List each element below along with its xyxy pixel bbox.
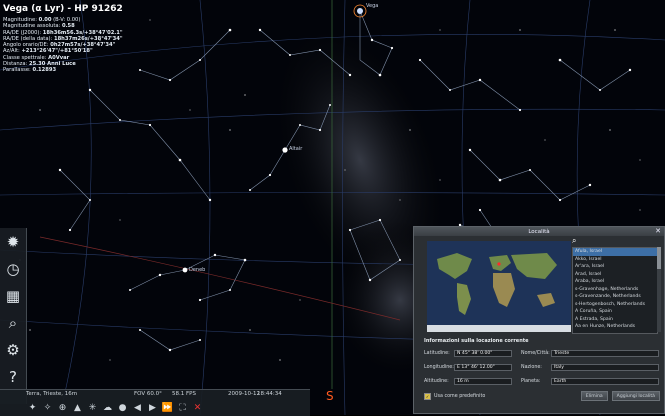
- info-value: 25.30 Anni Luce: [28, 61, 76, 68]
- info-label: Magnitudine assoluta:: [3, 23, 61, 30]
- star-label-vega: Vega: [366, 3, 378, 9]
- constellation-labels-icon[interactable]: ✧: [41, 402, 54, 414]
- info-label: Magnitudine:: [3, 17, 37, 23]
- list-item[interactable]: Ar'ara, Israel: [573, 263, 657, 271]
- info-value: +213°26'47"/+81°50'18": [21, 48, 93, 55]
- star-label-deneb: Deneb: [189, 267, 205, 273]
- info-label: Angolo orario/DE:: [3, 42, 49, 49]
- list-item[interactable]: Araba, Israel: [573, 278, 657, 286]
- clock-icon[interactable]: ◷: [0, 255, 26, 282]
- search-icon: ⌕: [572, 236, 577, 245]
- info-value: A0Vvar: [48, 54, 70, 61]
- rewind-icon[interactable]: ◀: [131, 402, 144, 414]
- settings-icon[interactable]: ⚙: [0, 336, 26, 363]
- info-value: 18h36m56.3s/+38°47'02.1": [42, 29, 123, 36]
- time-status: 18:44:34: [257, 391, 282, 397]
- landscape-icon[interactable]: ▲: [71, 402, 84, 414]
- sky-icon[interactable]: ✹: [0, 228, 26, 255]
- info-extra: (B-V: 0.00): [53, 17, 81, 23]
- dialog-header[interactable]: Località ✕: [414, 227, 664, 236]
- location-list[interactable]: Afula, Israel Akko, Israel Ar'ara, Israel A…: [572, 247, 658, 334]
- location-status: Terra, Trieste, 16m: [26, 391, 78, 397]
- info-value: 0.00: [38, 17, 52, 23]
- world-map[interactable]: [427, 241, 571, 332]
- info-label: Classe spettrale:: [3, 54, 47, 61]
- play-icon[interactable]: ▶: [146, 402, 159, 414]
- list-item[interactable]: s-Gravenzande, Netherlands: [573, 293, 657, 301]
- info-label: Az/Alt:: [3, 48, 20, 55]
- planets-icon[interactable]: ●: [116, 402, 129, 414]
- list-item[interactable]: A Estrada, Spain: [573, 316, 657, 324]
- name-label: Nome/Città:: [521, 350, 550, 356]
- name-field[interactable]: Trieste: [551, 349, 659, 357]
- quit-icon[interactable]: ✕: [191, 402, 204, 414]
- current-location-marker: [497, 262, 501, 266]
- forward-icon[interactable]: ⏩: [161, 402, 174, 414]
- add-location-button[interactable]: Aggiungi località: [611, 391, 660, 401]
- country-select[interactable]: Italy: [551, 363, 659, 371]
- search-icon[interactable]: ⌕: [0, 309, 26, 336]
- location-list-scrollbar[interactable]: [657, 247, 661, 332]
- list-item[interactable]: s-Hertogenbosch, Netherlands: [573, 301, 657, 309]
- altitude-label: Altitudine:: [424, 378, 449, 384]
- grid-icon[interactable]: ⊕: [56, 402, 69, 414]
- info-label: Distanza:: [3, 61, 28, 68]
- info-value: 0h27m57s/+38°47'34": [50, 42, 116, 49]
- altitude-field[interactable]: 16 m: [454, 377, 512, 385]
- latitude-label: Latitudine:: [424, 350, 450, 356]
- default-checkbox[interactable]: ✓: [424, 393, 431, 400]
- planet-label: Pianeta:: [521, 378, 541, 384]
- location-dialog: Località ✕ ⌕ Afula, Israel Akko, Israel Ar…: [413, 226, 665, 414]
- date-status: 2009-10-12: [228, 391, 260, 397]
- star-label-altair: Altair: [289, 146, 303, 152]
- display-options-icon[interactable]: ▦: [0, 282, 26, 309]
- info-line: Parallasse: 0.12893: [3, 67, 123, 73]
- default-label: Usa come predefinito: [434, 394, 486, 399]
- nebula-icon[interactable]: ✳: [86, 402, 99, 414]
- info-value: 0.12893: [32, 67, 57, 74]
- list-item[interactable]: A Coruña, Spain: [573, 308, 657, 316]
- object-title: Vega (α Lyr) - HP 91262: [3, 4, 123, 14]
- info-value: 0.58: [61, 23, 75, 30]
- latitude-field[interactable]: N 45° 38' 0.00": [454, 349, 512, 357]
- bottom-bar: Terra, Trieste, 16m FOV 60.0° 58.1 FPS 2…: [0, 389, 310, 416]
- planet-select[interactable]: Earth: [551, 377, 659, 385]
- left-sidebar: ✹ ◷ ▦ ⌕ ⚙?: [0, 228, 27, 404]
- constellation-lines-icon[interactable]: ✦: [26, 402, 39, 414]
- section-title: Informazioni sulla locazione corrente: [424, 338, 529, 344]
- info-label: Parallasse:: [3, 67, 31, 74]
- list-item[interactable]: Arad, Israel: [573, 271, 657, 279]
- info-label: RA/DE (della data):: [3, 35, 53, 42]
- country-label: Nazione:: [521, 364, 542, 370]
- fps-status: 58.1 FPS: [172, 391, 196, 397]
- info-label: RA/DE (J2000):: [3, 29, 42, 36]
- object-info-panel: Vega (α Lyr) - HP 91262 Magnitudine: 0.0…: [3, 3, 123, 74]
- delete-button[interactable]: Elimina: [580, 391, 608, 401]
- use-as-default[interactable]: ✓ Usa come predefinito: [424, 393, 485, 400]
- longitude-field[interactable]: E 13° 46' 12.00": [454, 363, 512, 371]
- compass-south: S: [326, 389, 334, 403]
- location-search[interactable]: ⌕: [572, 236, 660, 247]
- list-item[interactable]: Akko, Israel: [573, 256, 657, 264]
- list-item[interactable]: s-Gravenhage, Netherlands: [573, 286, 657, 294]
- dialog-title: Località: [528, 228, 550, 235]
- fullscreen-icon[interactable]: ⛶: [176, 402, 189, 414]
- fov-status: FOV 60.0°: [134, 391, 162, 397]
- atmosphere-icon[interactable]: ☁: [101, 402, 114, 414]
- list-item[interactable]: Aa en Hunze, Netherlands: [573, 323, 657, 331]
- toolbar: ✦ ✧ ⊕ ▲ ✳ ☁ ● ◀ ▶ ⏩ ⛶ ✕: [26, 402, 204, 414]
- longitude-label: Longitudine:: [424, 364, 454, 370]
- info-value: 18h37m26s/+38°47'34": [53, 35, 123, 42]
- list-item[interactable]: Afula, Israel: [573, 248, 657, 256]
- help-icon[interactable]: ?: [0, 363, 26, 390]
- close-icon[interactable]: ✕: [655, 227, 661, 235]
